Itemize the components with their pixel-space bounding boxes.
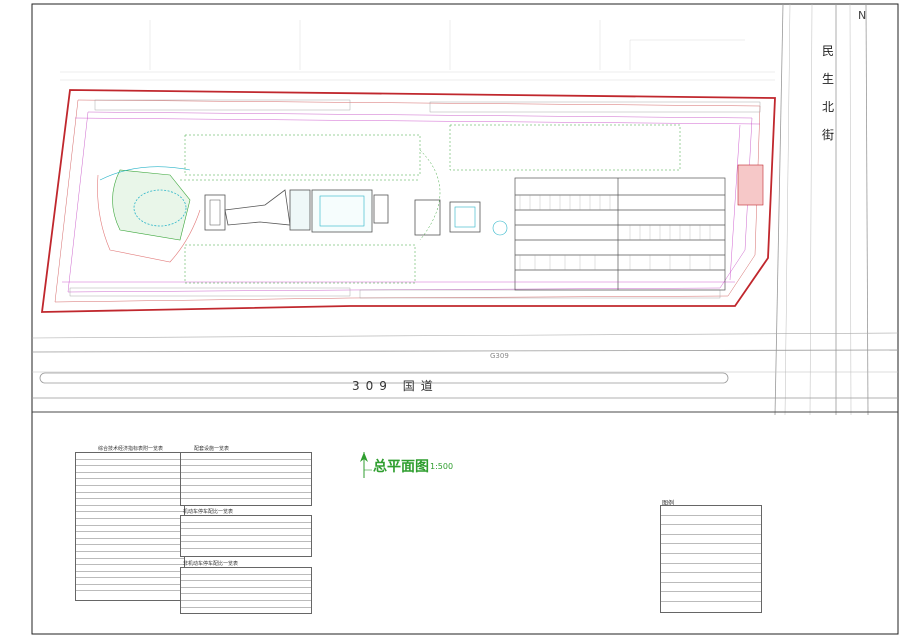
parking-area (514, 177, 726, 291)
park-area (97, 166, 201, 263)
terrain-lines (60, 20, 775, 81)
road-309 (31, 332, 899, 413)
bicycle-parking-table-title: 非机动车停车配比一览表 (183, 561, 239, 567)
street-name-char: 生 (822, 72, 835, 86)
street-name-char: 民 (822, 44, 835, 58)
vehicle-parking-table (180, 515, 312, 557)
facilities-table-title: 配套设施一览表 (194, 446, 230, 452)
east-building (737, 164, 764, 206)
central-buildings (204, 189, 508, 236)
indicators-table (75, 452, 185, 601)
vehicle-parking-table-title: 机动车停车配比一览表 (183, 509, 234, 515)
north-marker: N (858, 9, 867, 22)
street-minsheng (774, 3, 869, 416)
road-code-label: G309 (490, 352, 509, 360)
north-arrow-icon (360, 452, 372, 478)
street-name-char: 街 (822, 128, 835, 142)
indicators-table-title: 综合技术经济指标表附一览表 (98, 446, 164, 452)
parking-stalls (519, 195, 711, 270)
drawing-title: 总平面图 (373, 459, 429, 475)
drawing-scale: 1:500 (430, 462, 454, 471)
facilities-table (180, 452, 312, 506)
legend-table (660, 505, 762, 613)
street-name-char: 北 (822, 100, 835, 114)
bicycle-parking-table (180, 567, 312, 614)
road-name-label: 309 国道 (352, 379, 439, 393)
